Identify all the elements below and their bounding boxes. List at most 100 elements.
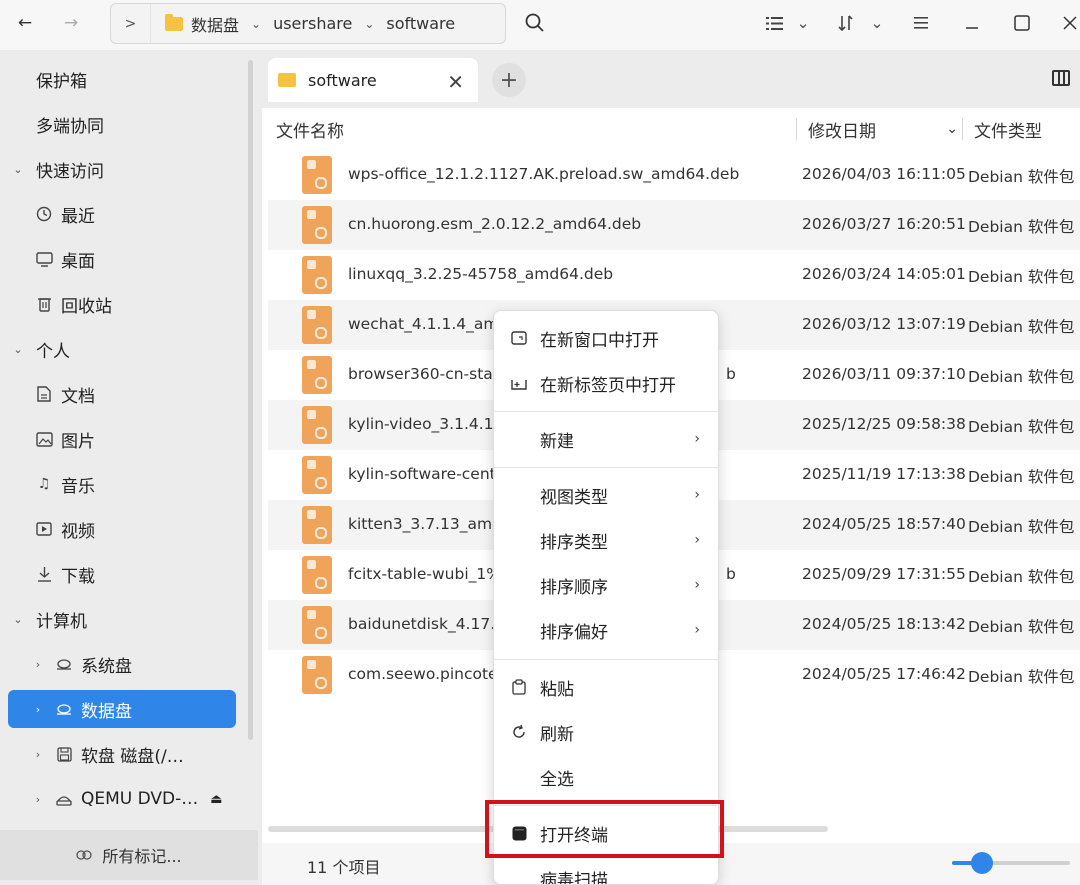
file-name-tail: b [726,565,736,583]
chevron-right-icon[interactable]: › [28,658,48,671]
sidebar-section-personal[interactable]: ⌄ 个人 [8,330,236,368]
context-menu: 在新窗口中打开 在新标签页中打开 新建 › 视图类型 › 排序类型 › 排序顺序… [493,310,719,885]
sidebar-item-pictures[interactable]: 图片 [8,420,236,458]
menu-item-sort-preference[interactable]: 排序偏好 › [494,608,718,652]
column-divider[interactable] [796,118,797,140]
menu-item-select-all[interactable]: 全选 [494,755,718,799]
all-tags-button[interactable]: 所有标记... [0,830,258,880]
menu-item-virus-scan[interactable]: 病毒扫描 [494,856,718,885]
sidebar-item-data-disk[interactable]: › 数据盘 [8,690,236,728]
minimize-button[interactable] [961,10,983,36]
close-window-button[interactable] [1060,10,1080,36]
top-bar: ← → > 数据盘 ⌄ usershare ⌄ software ⌄ ⌄ [0,0,1080,50]
sidebar-item-label: 回收站 [61,296,112,317]
file-date: 2024/05/25 18:57:40 [802,515,966,533]
sidebar-section-quick-access[interactable]: ⌄ 快速访问 [8,150,236,188]
menu-item-label: 在新窗口中打开 [540,330,659,351]
deb-package-icon [302,206,332,244]
sidebar-item-dvd[interactable]: › QEMU DVD-… ⏏ [8,780,236,818]
column-view-icon[interactable] [1052,70,1070,86]
tab-software[interactable]: software ✕ [268,58,478,102]
table-row[interactable]: cn.huorong.esm_2.0.12.2_amd64.deb 2026/0… [268,200,1080,250]
menu-item-open-new-tab[interactable]: 在新标签页中打开 [494,361,718,405]
close-tab-icon[interactable]: ✕ [447,70,464,94]
sidebar-item-recent[interactable]: 最近 [8,195,236,233]
chevron-right-icon[interactable]: › [28,703,48,716]
sidebar-item-floppy-disk[interactable]: › 软盘 磁盘(/… [8,735,236,773]
breadcrumb-item-usershare[interactable]: usershare [267,4,358,43]
item-count: 11 个项目 [307,858,381,877]
column-header-name[interactable]: 文件名称 [276,114,344,144]
sidebar-item-downloads[interactable]: 下载 [8,555,236,593]
file-name: wechat_4.1.1.4_am [348,315,499,333]
menu-item-view-type[interactable]: 视图类型 › [494,473,718,517]
search-button[interactable] [520,8,550,38]
sidebar-item-videos[interactable]: 视频 [8,510,236,548]
column-header-type[interactable]: 文件类型 [974,114,1042,144]
menu-item-refresh[interactable]: 刷新 [494,710,718,754]
download-icon [34,565,54,583]
sidebar-item-label: 音乐 [61,476,95,497]
sidebar-item-multi-device[interactable]: 多端协同 [8,105,236,143]
sidebar-item-system-disk[interactable]: › 系统盘 [8,645,236,683]
sidebar-item-desktop[interactable]: 桌面 [8,240,236,278]
hamburger-menu-icon [914,17,928,29]
column-divider[interactable] [962,118,963,140]
chevron-down-icon: ⌄ [796,14,810,32]
file-name: browser360-cn-stab [348,365,503,383]
file-date: 2024/05/25 17:46:42 [802,665,966,683]
sidebar-item-label: 软盘 磁盘(/… [81,746,184,767]
sort-button[interactable] [836,10,856,36]
file-type: Debian 软件包 [968,668,1075,686]
chevron-right-icon[interactable]: › [28,748,48,761]
file-name: fcitx-table-wubi_1% [348,565,501,583]
dvd-icon [54,790,74,808]
paste-icon [510,678,528,696]
address-bar[interactable]: > 数据盘 ⌄ usershare ⌄ software [110,3,506,44]
main-menu-button[interactable] [910,10,932,36]
sidebar-item-vault[interactable]: 保护箱 [8,60,236,98]
chevron-down-icon[interactable]: ⌄ [358,17,380,31]
file-date: 2026/03/11 09:37:10 [802,365,966,383]
file-type: Debian 软件包 [968,618,1075,636]
table-row[interactable]: wps-office_12.1.2.1127.AK.preload.sw_amd… [268,150,1080,200]
sort-dropdown[interactable]: ⌄ [867,10,887,36]
breadcrumb-item-software[interactable]: software [380,4,461,43]
sidebar-item-music[interactable]: ♫ 音乐 [8,465,236,503]
all-tags-label: 所有标记... [102,847,182,866]
add-tab-button[interactable]: + [492,63,526,97]
menu-item-paste[interactable]: 粘贴 [494,665,718,709]
menu-item-new[interactable]: 新建 › [494,417,718,461]
chevron-down-icon[interactable]: ⌄ [245,17,267,31]
sidebar-section-computer[interactable]: ⌄ 计算机 [8,600,236,638]
file-type: Debian 软件包 [968,568,1075,586]
back-button[interactable]: ← [8,8,42,38]
view-mode-button[interactable] [763,10,785,36]
table-row[interactable]: linuxqq_3.2.25-45758_amd64.deb 2026/03/2… [268,250,1080,300]
sidebar-item-documents[interactable]: 文档 [8,375,236,413]
sidebar-item-label: 系统盘 [81,656,132,677]
chevron-right-icon: > [124,15,137,32]
column-header-date[interactable]: 修改日期 ⌄ [808,114,958,144]
forward-button[interactable]: → [54,8,88,38]
chevron-right-icon[interactable]: › [28,793,48,806]
sidebar-item-label: 最近 [61,206,95,227]
eject-icon[interactable]: ⏏ [210,792,222,807]
sidebar-scrollbar[interactable] [248,60,253,740]
sidebar-item-trash[interactable]: 回收站 [8,285,236,323]
breadcrumb-expand-button[interactable]: > [111,4,151,43]
menu-item-sort-type[interactable]: 排序类型 › [494,518,718,562]
zoom-slider-handle[interactable] [970,852,993,874]
file-name: linuxqq_3.2.25-45758_amd64.deb [348,265,614,283]
file-name: baidunetdisk_4.17. [348,615,496,633]
sort-icon [838,15,853,31]
maximize-button[interactable] [1011,10,1033,36]
search-icon [525,13,544,32]
menu-item-open-new-window[interactable]: 在新窗口中打开 [494,316,718,360]
view-mode-dropdown[interactable]: ⌄ [793,10,813,36]
breadcrumb-item-data-disk[interactable]: 数据盘 [151,4,245,43]
clock-icon [34,205,54,223]
zoom-slider[interactable] [952,852,1070,874]
sidebar-item-label: 桌面 [61,251,95,272]
menu-item-sort-order[interactable]: 排序顺序 › [494,563,718,607]
